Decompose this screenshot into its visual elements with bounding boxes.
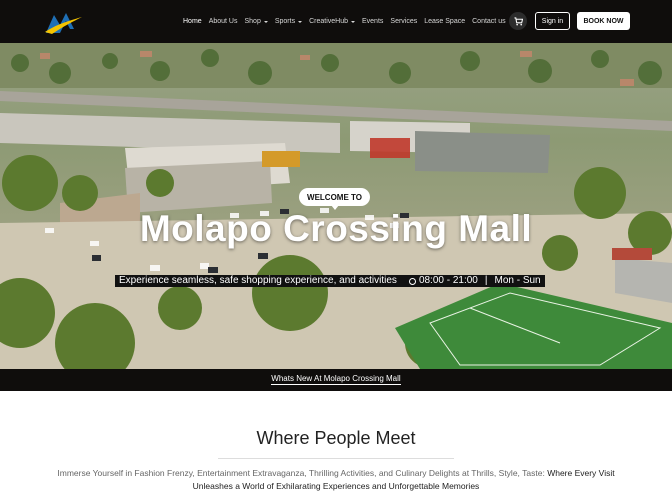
top-navbar: Home About Us Shop Sports CreativeHub Events S… <box>0 0 672 43</box>
opening-days: Mon - Sun <box>494 275 541 286</box>
mall-logo[interactable] <box>44 5 85 35</box>
intro-text-light: Immerse Yourself in Fashion Frenzy, Ente… <box>57 468 545 478</box>
nav-item-label: Home <box>183 18 202 25</box>
nav-item-creativehub[interactable]: CreativeHub <box>309 18 355 25</box>
welcome-badge: WELCOME TO <box>299 188 370 210</box>
whats-new-link[interactable]: Whats New At Molapo Crossing Mall <box>271 374 401 385</box>
intro-text: Immerse Yourself in Fashion Frenzy, Ente… <box>40 467 632 493</box>
sign-in-button[interactable]: Sign in <box>535 12 570 30</box>
nav-item-label: About Us <box>208 18 238 25</box>
nav-item-contact-us[interactable]: Contact us <box>472 18 505 25</box>
nav-item-about-us[interactable]: About Us <box>209 18 238 25</box>
hero-tagline-bar: Experience seamless, safe shopping exper… <box>115 275 545 287</box>
chevron-down-icon <box>298 21 303 23</box>
clock-icon <box>408 277 416 285</box>
book-now-button[interactable]: BOOK NOW <box>577 12 630 30</box>
cart-icon <box>513 16 523 25</box>
nav-item-label: CreativeHub <box>309 18 348 25</box>
chevron-down-icon <box>263 21 268 23</box>
nav-item-label: Lease Space <box>424 18 466 25</box>
nav-item-label: Sports <box>274 18 296 25</box>
hero-title: Molapo Crossing Mall <box>139 208 533 249</box>
nav-item-label: Contact us <box>472 18 506 25</box>
chevron-down-icon <box>351 21 355 23</box>
nav-item-services[interactable]: Services <box>390 18 417 25</box>
nav-item-label: Events <box>362 18 384 25</box>
opening-hours: 08:00 - 21:00 <box>418 275 478 286</box>
nav-item-label: Services <box>390 18 418 25</box>
main-menu: Home About Us Shop Sports CreativeHub Events S… <box>183 0 513 43</box>
nav-item-lease-space[interactable]: Lease Space <box>424 18 465 25</box>
hero-tagline: Experience seamless, safe shopping exper… <box>119 275 397 286</box>
cart-button[interactable] <box>509 12 527 30</box>
separator: | <box>484 275 488 286</box>
hero-carousel[interactable]: WELCOME TO Molapo Crossing Mall Experien… <box>0 43 672 369</box>
nav-item-sports[interactable]: Sports <box>274 18 303 25</box>
heading-divider <box>218 458 454 459</box>
nav-item-events[interactable]: Events <box>362 18 383 25</box>
section-heading: Where People Meet <box>256 428 416 448</box>
nav-item-shop[interactable]: Shop <box>244 18 268 25</box>
news-strip: Whats New At Molapo Crossing Mall <box>0 369 672 391</box>
nav-item-home[interactable]: Home <box>183 18 202 25</box>
nav-item-label: Shop <box>244 18 261 25</box>
